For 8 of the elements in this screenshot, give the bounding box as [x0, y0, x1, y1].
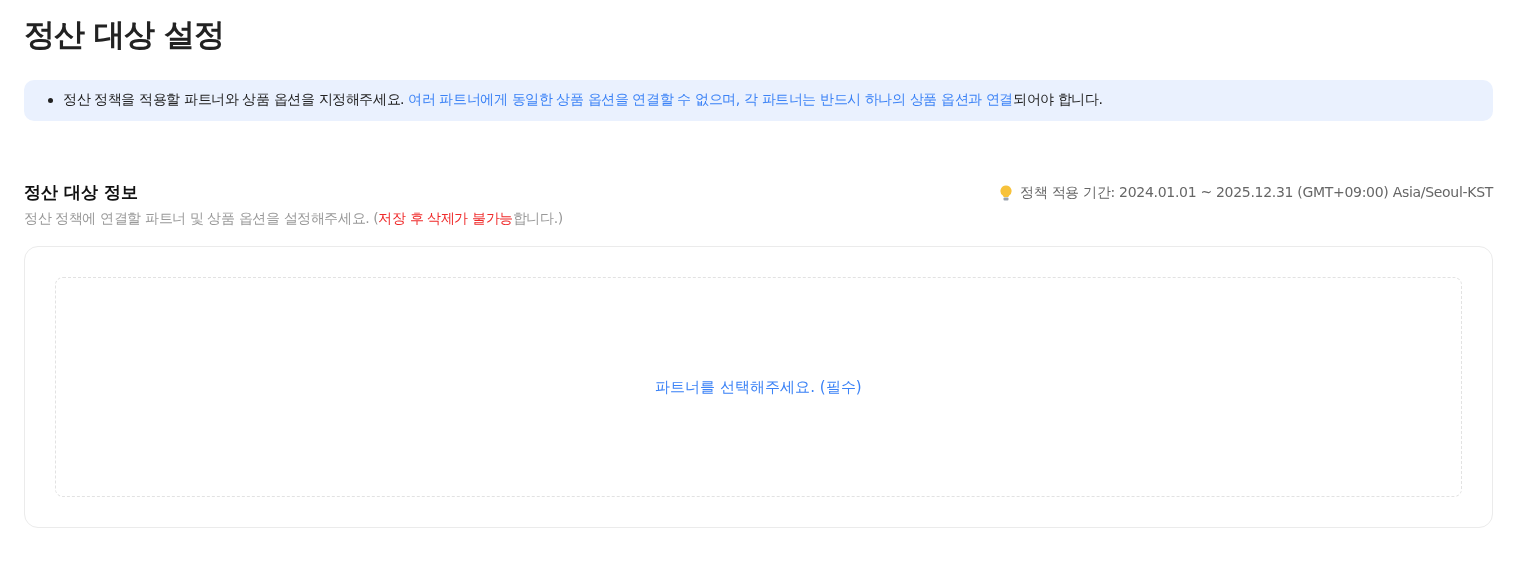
- bullet-icon: [48, 97, 53, 103]
- select-partner-button[interactable]: 파트너를 선택해주세요. (필수): [651, 373, 866, 401]
- section-description: 정산 정책에 연결할 파트너 및 상품 옵션을 설정해주세요. (저장 후 삭제가 불가능합니다.): [24, 210, 564, 228]
- notice-text: 정산 정책을 적용할 파트너와 상품 옵션을 지정해주세요. 여러 파트너에게 동일한 상품 옵션을 연결할 수 없으며, 각 파트너는 반드시 하나의 상품 옵션과 연결 되어야 합니다.: [63, 91, 1103, 109]
- lightbulb-icon: [1000, 184, 1013, 201]
- section-title: 정산 대상 정보: [24, 181, 138, 204]
- policy-period: 정책 적용 기간: 2024.01.01 ~ 2025.12.31 (GMT+09:00) Asia/Seoul-KST: [1020, 183, 1493, 202]
- page-title: 정산 대상 설정: [24, 15, 225, 54]
